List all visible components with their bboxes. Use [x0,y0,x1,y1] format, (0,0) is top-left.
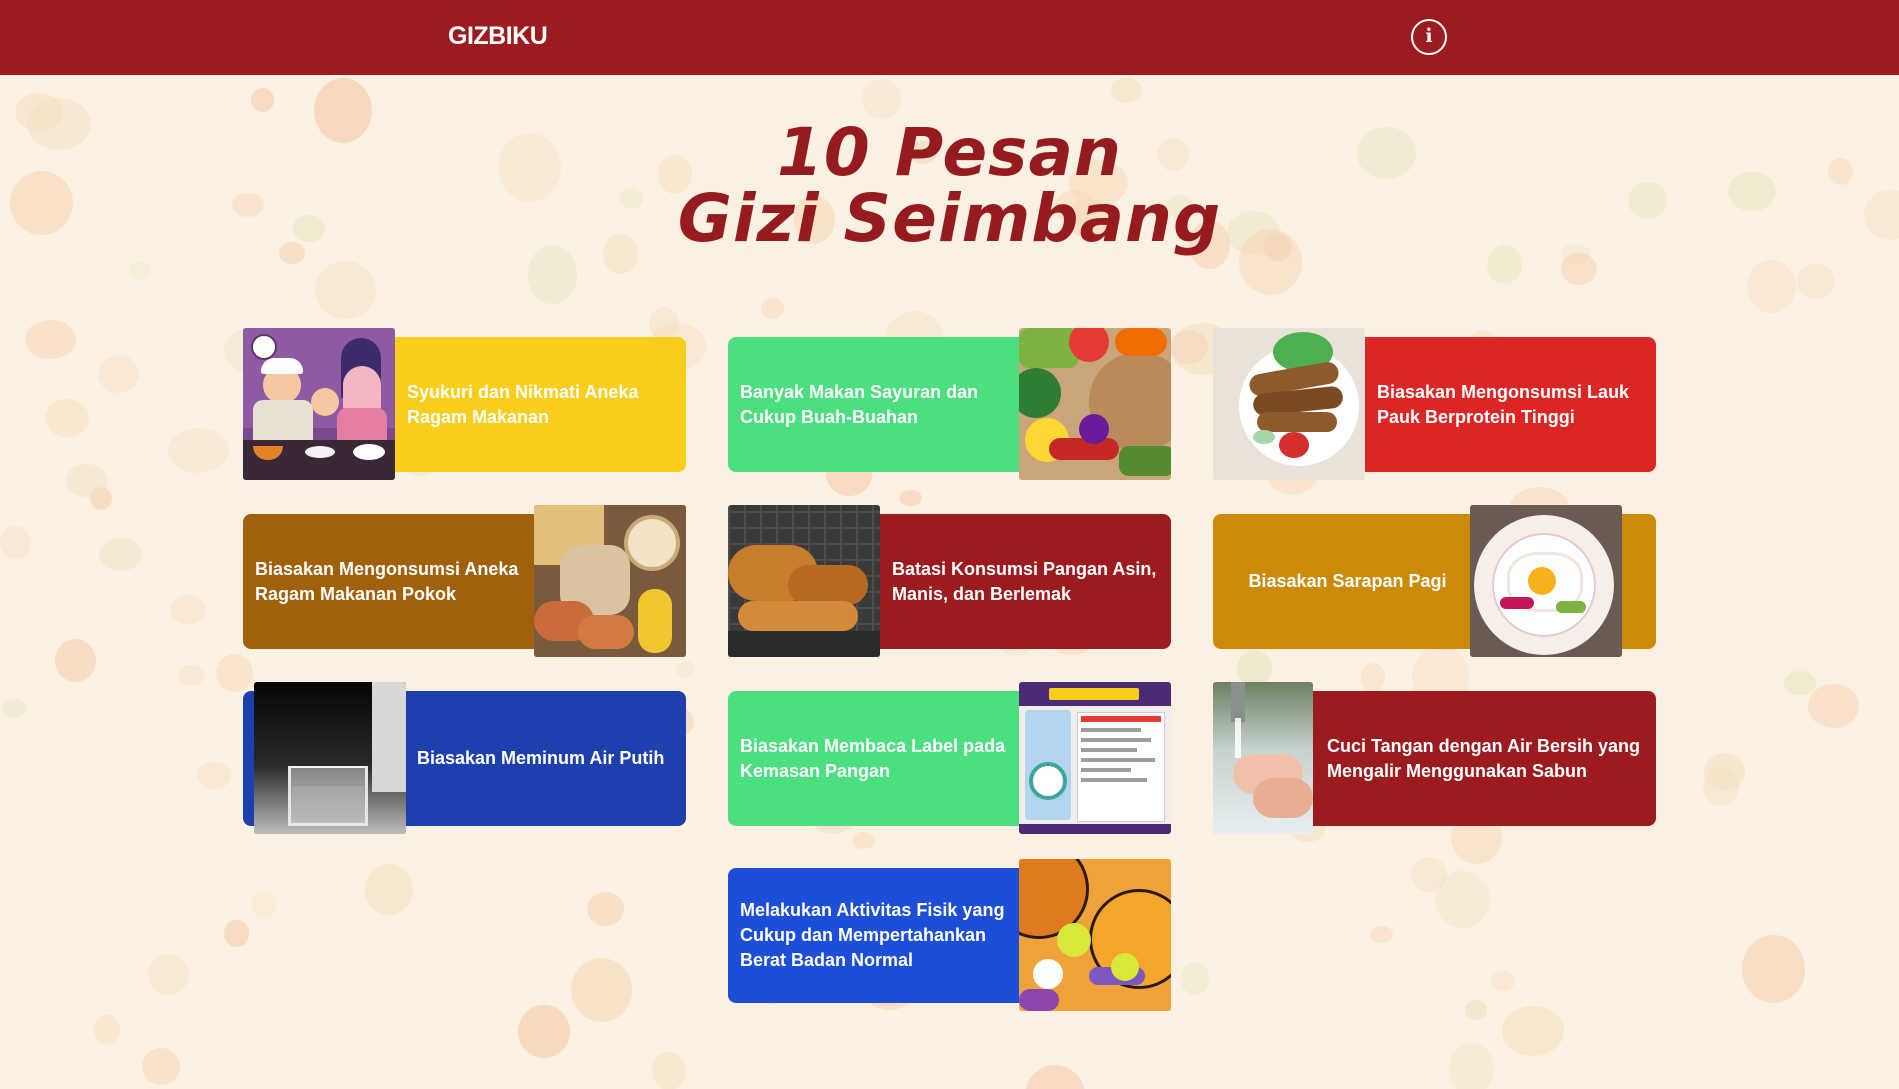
card-label: Syukuri dan Nikmati Aneka Ragam Makanan [407,381,639,427]
card-label: Biasakan Membaca Label pada Kemasan Pang… [740,735,1006,781]
breakfast-plate-photo [1470,505,1622,657]
bg-decoration [364,863,414,915]
bg-decoration [1703,765,1739,807]
bg-decoration [1747,259,1797,313]
card-batasi-konsumsi[interactable]: Batasi Konsumsi Pangan Asin, Manis, dan … [728,505,1171,657]
bg-decoration [1491,971,1515,992]
bg-decoration [128,261,151,280]
bg-decoration [1361,663,1386,692]
card-label: Cuci Tangan dengan Air Bersih yang Menga… [1327,735,1641,781]
bg-decoration [216,654,254,693]
bg-decoration [0,525,32,559]
card-label: Banyak Makan Sayuran dan Cukup Buah-Buah… [740,381,979,427]
card-label-kemasan[interactable]: Biasakan Membaca Label pada Kemasan Pang… [728,682,1171,834]
bg-decoration [898,489,922,506]
card-label: Biasakan Meminum Air Putih [417,748,665,768]
card-lauk-pauk[interactable]: Biasakan Mengonsumsi Lauk Pauk Berprotei… [1213,328,1656,480]
bg-decoration [251,87,274,112]
card-label: Biasakan Mengonsumsi Aneka Ragam Makanan… [255,558,519,604]
staple-foods-photo [534,505,686,657]
fried-food-photo [728,505,880,657]
page-title: 10 Pesan Gizi Seimbang [0,120,1899,252]
sports-equipment-photo [1019,859,1171,1011]
bg-decoration [1464,999,1488,1021]
card-aktivitas-fisik[interactable]: Melakukan Aktivitas Fisik yang Cukup dan… [728,859,1171,1011]
bg-decoration [1501,1005,1564,1057]
bg-decoration [852,832,876,849]
bg-decoration [25,320,76,359]
bg-decoration [1742,935,1805,1003]
bg-decoration [587,891,625,927]
bg-decoration [1449,1043,1495,1089]
bg-decoration [98,537,142,572]
family-meal-illustration [243,328,395,480]
bg-decoration [170,594,206,624]
bg-decoration [94,1014,121,1046]
bg-decoration [1783,670,1816,696]
bg-decoration [55,638,96,682]
bg-decoration [1796,264,1836,300]
bg-decoration [1180,961,1210,996]
navbar: GIZBIKU i [0,0,1899,75]
page-title-line-1: 10 Pesan [777,114,1122,191]
bg-decoration [45,398,89,437]
bg-decoration [1807,684,1859,729]
page-title-line-2: Gizi Seimbang [677,180,1222,257]
bg-decoration [196,762,231,789]
bg-decoration [141,1047,181,1086]
card-sarapan-pagi[interactable]: Biasakan Sarapan Pagi [1213,505,1656,657]
bg-decoration [1560,253,1598,285]
bg-decoration [1435,870,1491,929]
bg-decoration [66,463,108,497]
bg-decoration [251,891,277,918]
card-label: Batasi Konsumsi Pangan Asin, Manis, dan … [892,558,1157,604]
bg-decoration [97,354,139,393]
hand-washing-photo [1213,682,1313,834]
fried-fish-photo [1213,328,1365,480]
bg-decoration [1170,329,1208,365]
food-label-infographic [1019,682,1171,834]
bg-decoration [652,1052,687,1089]
bg-decoration [517,1005,570,1058]
glass-of-water-photo [254,682,406,834]
bg-decoration [167,427,230,474]
card-syukuri[interactable]: Syukuri dan Nikmati Aneka Ragam Makanan [243,328,686,480]
bg-decoration [1369,926,1394,944]
bg-decoration [527,245,577,304]
card-sayuran[interactable]: Banyak Makan Sayuran dan Cukup Buah-Buah… [728,328,1171,480]
bg-decoration [224,920,249,947]
vegetables-photo [1019,328,1171,480]
brand-logo[interactable]: GIZBIKU [448,22,548,51]
card-label: Biasakan Mengonsumsi Lauk Pauk Berprotei… [1377,381,1630,427]
bg-decoration [1024,1064,1085,1089]
card-makanan-pokok[interactable]: Biasakan Mengonsumsi Aneka Ragam Makanan… [243,505,686,657]
card-label: Biasakan Sarapan Pagi [1248,571,1447,591]
card-air-putih[interactable]: Biasakan Meminum Air Putih [243,682,686,834]
bg-decoration [676,660,695,678]
card-cuci-tangan[interactable]: Cuci Tangan dengan Air Bersih yang Menga… [1213,682,1656,834]
info-icon[interactable]: i [1411,19,1447,55]
bg-decoration [570,957,633,1022]
bg-decoration [761,298,785,319]
card-label: Melakukan Aktivitas Fisik yang Cukup dan… [740,900,1005,970]
bg-decoration [147,953,189,995]
bg-decoration [1111,78,1142,104]
bg-decoration [178,664,204,687]
bg-decoration [1,699,28,718]
bg-decoration [315,261,376,319]
